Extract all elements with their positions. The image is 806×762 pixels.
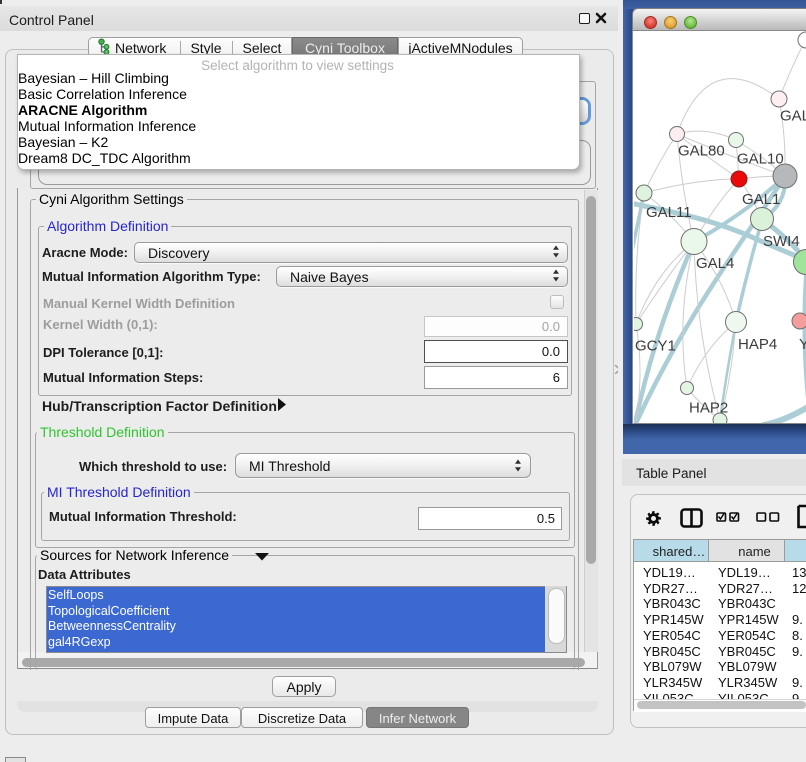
svg-text:Y: Y [799, 336, 806, 353]
svg-text:GAL2: GAL2 [780, 108, 806, 125]
svg-text:HAP4: HAP4 [738, 336, 777, 353]
svg-text:GAL10: GAL10 [737, 151, 784, 168]
svg-text:GAL1: GAL1 [742, 191, 780, 208]
svg-text:GAL4: GAL4 [696, 255, 734, 272]
svg-text:GCY1: GCY1 [635, 338, 676, 355]
svg-text:HAP2: HAP2 [689, 400, 728, 417]
svg-text:GAL11: GAL11 [646, 204, 692, 221]
svg-text:SWI4: SWI4 [763, 233, 800, 250]
svg-text:GAL80: GAL80 [678, 143, 725, 160]
